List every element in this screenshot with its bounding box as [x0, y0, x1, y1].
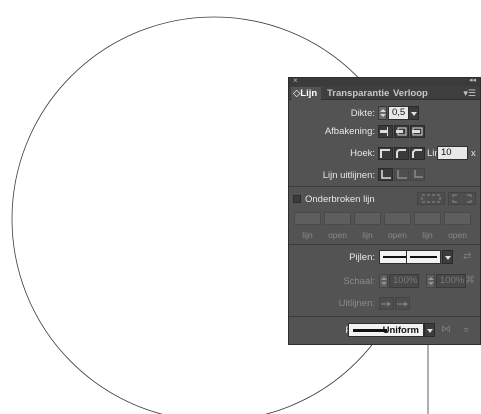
lijn-uitlijnen-label: Lijn uitlijnen:	[322, 170, 375, 181]
dash-preserve-icon[interactable]	[417, 192, 445, 205]
dashed-line-label: Onderbroken lijn	[305, 194, 375, 205]
tab-transparantie[interactable]: Transparantie	[327, 87, 389, 100]
pijlen-label: Pijlen:	[349, 252, 375, 263]
panel-tabs: ◇Lijn Transparantie Verloop ▾☰	[289, 86, 480, 100]
divider	[289, 244, 480, 245]
link-scale-icon[interactable]: ⌘	[465, 275, 475, 286]
dash-label-3: lijn	[422, 230, 433, 240]
dikte-label: Dikte:	[350, 108, 375, 119]
limiet-unit: x	[471, 148, 476, 159]
limiet-input[interactable]: 10	[437, 146, 468, 160]
join-bevel-icon[interactable]	[410, 147, 425, 160]
tab-verloop[interactable]: Verloop	[393, 87, 428, 100]
divider	[289, 316, 480, 317]
align-center-icon[interactable]	[378, 168, 393, 181]
arrow-tip-end-icon[interactable]	[395, 297, 410, 310]
swap-arrows-icon[interactable]: ⇄	[463, 251, 471, 262]
scale-end-input[interactable]: 100%	[436, 274, 466, 288]
stroke-panel: × ◂◂ ◇Lijn Transparantie Verloop ▾☰ Dikt…	[288, 76, 481, 345]
cap-butt-icon[interactable]	[378, 125, 393, 138]
schaal-label: Schaal:	[343, 276, 375, 287]
profile-select[interactable]: Uniform	[348, 323, 424, 337]
dash-label-2: lijn	[362, 230, 373, 240]
dash-field-1[interactable]	[294, 212, 321, 225]
collapse-icon[interactable]: ◂◂	[469, 76, 476, 84]
profile-value: Uniform	[382, 325, 419, 336]
gap-field-3[interactable]	[444, 212, 471, 225]
gap-label-1: open	[328, 230, 347, 240]
gap-field-1[interactable]	[324, 212, 351, 225]
uitlijnen-pijl-label: Uitlijnen:	[338, 298, 375, 309]
cap-projecting-icon[interactable]	[410, 125, 425, 138]
align-inside-icon[interactable]	[394, 168, 409, 181]
join-miter-icon[interactable]	[378, 147, 393, 160]
arrow-end-preview[interactable]	[406, 250, 441, 264]
dikte-stepper[interactable]	[378, 106, 387, 120]
afbakening-label: Afbakening:	[324, 126, 375, 137]
dash-field-2[interactable]	[354, 212, 381, 225]
panel-title-bar[interactable]: × ◂◂	[289, 76, 480, 86]
scale-end-stepper[interactable]	[426, 274, 435, 288]
gap-label-2: open	[388, 230, 407, 240]
flip-along-icon[interactable]: ⋈	[441, 324, 451, 335]
join-round-icon[interactable]	[394, 147, 409, 160]
dashed-line-checkbox[interactable]	[293, 195, 301, 203]
arrow-tip-beyond-icon[interactable]	[379, 297, 394, 310]
tab-lijn[interactable]: ◇Lijn	[291, 87, 322, 100]
gap-label-3: open	[448, 230, 467, 240]
dash-align-corners-icon[interactable]	[448, 192, 476, 205]
dikte-dropdown-button[interactable]	[408, 106, 419, 120]
align-outside-icon[interactable]	[410, 168, 425, 181]
dash-field-3[interactable]	[414, 212, 441, 225]
dash-label-1: lijn	[302, 230, 313, 240]
hoek-label: Hoek:	[350, 148, 375, 159]
scale-start-input[interactable]: 100%	[389, 274, 419, 288]
arrow-end-dropdown[interactable]	[442, 250, 453, 264]
profile-dropdown-button[interactable]	[424, 323, 435, 337]
cap-round-icon[interactable]	[394, 125, 409, 138]
gap-field-2[interactable]	[384, 212, 411, 225]
flip-across-icon[interactable]: ⌅	[462, 324, 470, 335]
close-icon[interactable]: ×	[293, 76, 298, 85]
panel-menu-icon[interactable]: ▾☰	[463, 88, 476, 99]
divider	[289, 186, 480, 187]
scale-start-stepper[interactable]	[379, 274, 388, 288]
